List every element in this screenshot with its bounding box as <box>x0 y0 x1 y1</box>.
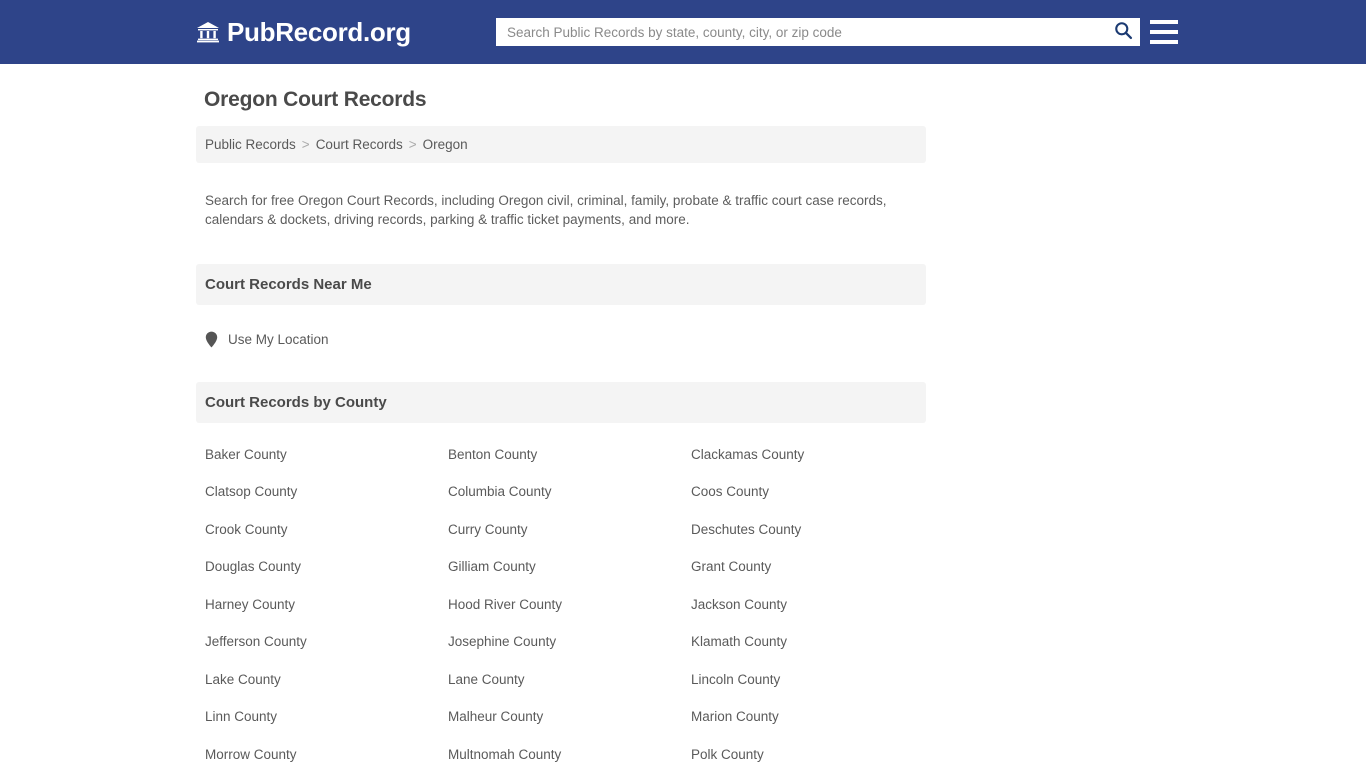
map-pin-icon <box>205 331 218 348</box>
hamburger-bar-1 <box>1150 20 1178 24</box>
bank-building-icon <box>196 20 220 44</box>
section-header-court-records-near-me: Court Records Near Me <box>196 263 926 305</box>
breadcrumb-item-oregon: Oregon <box>422 137 468 152</box>
county-link[interactable]: Klamath County <box>691 634 935 649</box>
county-link[interactable]: Jackson County <box>691 597 935 612</box>
breadcrumb-nav: Public Records > Court Records > Oregon <box>205 137 916 152</box>
use-my-location-row: Use My Location <box>196 305 926 348</box>
county-link[interactable]: Jefferson County <box>205 634 448 649</box>
county-link[interactable]: Gilliam County <box>448 559 691 574</box>
county-link[interactable]: Benton County <box>448 447 691 462</box>
county-link[interactable]: Lake County <box>205 672 448 687</box>
site-logo-link[interactable]: PubRecord.org <box>196 0 411 64</box>
breadcrumb-item-public-records[interactable]: Public Records <box>205 137 296 152</box>
county-link[interactable]: Linn County <box>205 709 448 724</box>
county-link[interactable]: Douglas County <box>205 559 448 574</box>
search-icon <box>1114 21 1133 43</box>
county-link[interactable]: Coos County <box>691 484 935 499</box>
hamburger-bar-2 <box>1150 30 1178 34</box>
breadcrumb-separator-2: > <box>408 137 417 152</box>
page-title: Oregon Court Records <box>204 88 427 111</box>
county-link[interactable]: Deschutes County <box>691 522 935 537</box>
page-intro-text: Search for free Oregon Court Records, in… <box>205 192 887 228</box>
county-link[interactable]: Marion County <box>691 709 935 724</box>
search-bar <box>496 18 1140 46</box>
county-link[interactable]: Curry County <box>448 522 691 537</box>
county-link[interactable]: Grant County <box>691 559 935 574</box>
site-logo-text: PubRecord.org <box>227 17 411 47</box>
breadcrumb-item-court-records[interactable]: Court Records <box>316 137 403 152</box>
county-link[interactable]: Lane County <box>448 672 691 687</box>
county-link[interactable]: Clackamas County <box>691 447 935 462</box>
use-my-location-link[interactable]: Use My Location <box>228 332 329 347</box>
county-link[interactable]: Morrow County <box>205 747 448 762</box>
breadcrumb: Public Records > Court Records > Oregon <box>196 126 926 163</box>
county-link[interactable]: Columbia County <box>448 484 691 499</box>
section-header-court-records-by-county: Court Records by County <box>196 381 926 423</box>
breadcrumb-separator-1: > <box>301 137 310 152</box>
hamburger-bar-3 <box>1150 40 1178 44</box>
county-link[interactable]: Harney County <box>205 597 448 612</box>
hamburger-menu-button[interactable] <box>1150 20 1178 44</box>
county-link[interactable]: Malheur County <box>448 709 691 724</box>
county-link[interactable]: Lincoln County <box>691 672 935 687</box>
county-link[interactable]: Josephine County <box>448 634 691 649</box>
page-body: Oregon Court Records Public Records > Co… <box>0 64 1366 768</box>
county-link[interactable]: Baker County <box>205 447 448 462</box>
county-link[interactable]: Polk County <box>691 747 935 762</box>
content-container: Oregon Court Records Public Records > Co… <box>196 64 926 768</box>
county-link[interactable]: Hood River County <box>448 597 691 612</box>
county-link[interactable]: Multnomah County <box>448 747 691 762</box>
county-link[interactable]: Clatsop County <box>205 484 448 499</box>
search-button[interactable] <box>1106 18 1140 46</box>
county-list: Baker County Benton County Clackamas Cou… <box>196 447 926 768</box>
search-input[interactable] <box>496 19 1106 45</box>
county-link[interactable]: Crook County <box>205 522 448 537</box>
site-header: PubRecord.org <box>0 0 1366 64</box>
